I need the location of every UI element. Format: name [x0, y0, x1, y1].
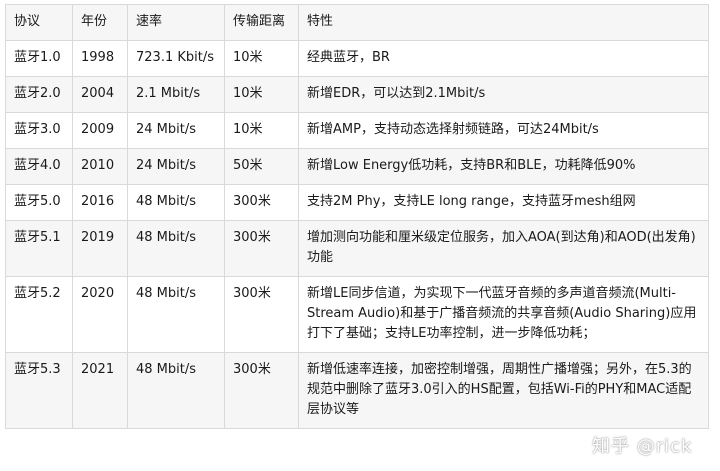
- cell-features: 新增AMP，支持动态选择射频链路，可达24Mbit/s: [298, 112, 709, 149]
- cell-range: 300米: [224, 352, 299, 429]
- cell-year: 2010: [72, 148, 128, 185]
- header-features: 特性: [298, 4, 709, 41]
- cell-protocol: 蓝牙4.0: [5, 148, 73, 185]
- cell-range: 50米: [224, 148, 299, 185]
- cell-year: 2016: [72, 184, 128, 221]
- table-row: 蓝牙4.0 2010 24 Mbit/s 50米 新增Low Energy低功耗…: [5, 148, 709, 185]
- cell-features: 新增LE同步信道，为实现下一代蓝牙音频的多声道音频流(Multi-Stream …: [298, 276, 709, 353]
- zhihu-watermark: 知乎 @rick: [592, 436, 693, 457]
- header-protocol: 协议: [5, 4, 73, 41]
- cell-rate: 48 Mbit/s: [127, 184, 225, 221]
- cell-range: 10米: [224, 112, 299, 149]
- table-row: 蓝牙5.1 2019 48 Mbit/s 300米 增加测向功能和厘米级定位服务…: [5, 220, 709, 277]
- cell-protocol: 蓝牙1.0: [5, 40, 73, 77]
- cell-rate: 48 Mbit/s: [127, 352, 225, 429]
- cell-protocol: 蓝牙2.0: [5, 76, 73, 113]
- header-rate: 速率: [127, 4, 225, 41]
- cell-features: 新增低速率连接，加密控制增强，周期性广播增强；另外，在5.3的规范中删除了蓝牙3…: [298, 352, 709, 429]
- cell-year: 2020: [72, 276, 128, 353]
- cell-rate: 24 Mbit/s: [127, 148, 225, 185]
- table-row: 蓝牙5.3 2021 48 Mbit/s 300米 新增低速率连接，加密控制增强…: [5, 352, 709, 429]
- table-row: 蓝牙3.0 2009 24 Mbit/s 10米 新增AMP，支持动态选择射频链…: [5, 112, 709, 149]
- cell-year: 2009: [72, 112, 128, 149]
- cell-protocol: 蓝牙5.2: [5, 276, 73, 353]
- cell-rate: 24 Mbit/s: [127, 112, 225, 149]
- table-row: 蓝牙5.0 2016 48 Mbit/s 300米 支持2M Phy，支持LE …: [5, 184, 709, 221]
- cell-range: 10米: [224, 76, 299, 113]
- table-row: 蓝牙5.2 2020 48 Mbit/s 300米 新增LE同步信道，为实现下一…: [5, 276, 709, 353]
- header-range: 传输距离: [224, 4, 299, 41]
- cell-year: 2004: [72, 76, 128, 113]
- header-year: 年份: [72, 4, 128, 41]
- cell-range: 300米: [224, 184, 299, 221]
- cell-year: 2021: [72, 352, 128, 429]
- cell-rate: 48 Mbit/s: [127, 220, 225, 277]
- table-header-row: 协议 年份 速率 传输距离 特性: [5, 4, 709, 41]
- cell-features: 新增Low Energy低功耗，支持BR和BLE，功耗降低90%: [298, 148, 709, 185]
- cell-rate: 48 Mbit/s: [127, 276, 225, 353]
- cell-features: 新增EDR，可以达到2.1Mbit/s: [298, 76, 709, 113]
- table-row: 蓝牙1.0 1998 723.1 Kbit/s 10米 经典蓝牙，BR: [5, 40, 709, 77]
- cell-rate: 723.1 Kbit/s: [127, 40, 225, 77]
- cell-features: 增加测向功能和厘米级定位服务，加入AOA(到达角)和AOD(出发角)功能: [298, 220, 709, 277]
- cell-rate: 2.1 Mbit/s: [127, 76, 225, 113]
- cell-year: 2019: [72, 220, 128, 277]
- cell-year: 1998: [72, 40, 128, 77]
- cell-protocol: 蓝牙5.1: [5, 220, 73, 277]
- cell-range: 10米: [224, 40, 299, 77]
- cell-features: 经典蓝牙，BR: [298, 40, 709, 77]
- cell-protocol: 蓝牙3.0: [5, 112, 73, 149]
- cell-protocol: 蓝牙5.0: [5, 184, 73, 221]
- cell-range: 300米: [224, 220, 299, 277]
- cell-features: 支持2M Phy，支持LE long range，支持蓝牙mesh组网: [298, 184, 709, 221]
- bluetooth-versions-table: 协议 年份 速率 传输距离 特性 蓝牙1.0 1998 723.1 Kbit/s…: [5, 4, 709, 429]
- table-row: 蓝牙2.0 2004 2.1 Mbit/s 10米 新增EDR，可以达到2.1M…: [5, 76, 709, 113]
- cell-range: 300米: [224, 276, 299, 353]
- cell-protocol: 蓝牙5.3: [5, 352, 73, 429]
